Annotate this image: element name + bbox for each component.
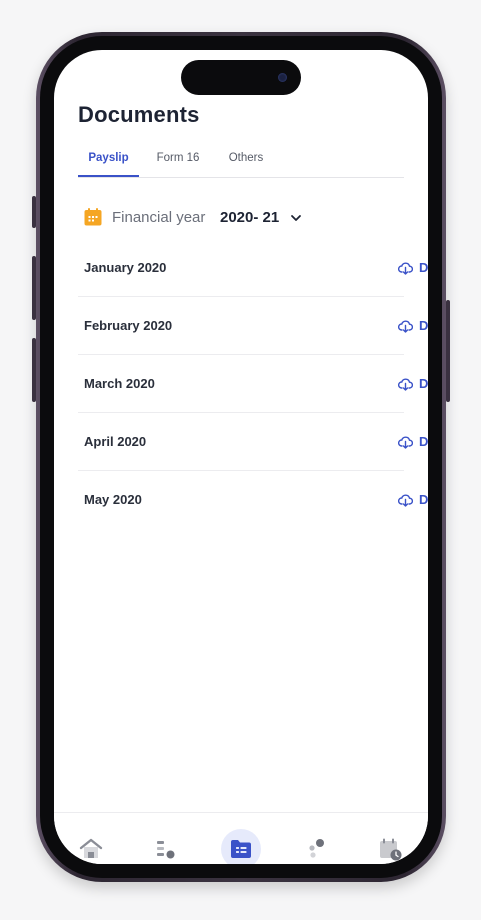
cloud-download-icon bbox=[398, 436, 413, 449]
list-icon[interactable] bbox=[154, 837, 178, 861]
financial-year-label: Financial year bbox=[112, 209, 206, 226]
payslip-month: January 2020 bbox=[84, 260, 167, 275]
download-label: Download bbox=[419, 318, 428, 333]
page-title: Documents bbox=[78, 102, 200, 127]
tab-payslip-label: Payslip bbox=[88, 152, 129, 164]
tab-others[interactable]: Others bbox=[218, 146, 274, 177]
cloud-download-icon bbox=[398, 378, 413, 391]
list-item: April 2020 Download bbox=[78, 413, 428, 471]
camera-icon bbox=[278, 73, 287, 82]
power-button bbox=[446, 300, 450, 402]
payslip-list: January 2020 Download February 2020 Down… bbox=[78, 239, 428, 528]
tab-form-16-label: Form 16 bbox=[156, 152, 200, 164]
documents-folder-icon[interactable] bbox=[229, 837, 253, 861]
cloud-download-icon bbox=[398, 494, 413, 507]
cloud-download-icon bbox=[398, 262, 413, 275]
volume-up-button bbox=[32, 256, 36, 320]
list-item: January 2020 Download bbox=[78, 239, 428, 297]
calendar-clock-icon[interactable] bbox=[378, 837, 402, 861]
download-label: Download bbox=[419, 376, 428, 391]
tab-payslip[interactable]: Payslip bbox=[78, 146, 139, 177]
chevron-down-icon bbox=[291, 215, 301, 221]
payslip-month: April 2020 bbox=[84, 434, 147, 449]
cloud-download-icon bbox=[398, 320, 413, 333]
financial-year-selector[interactable]: Financial year 2020- 21 bbox=[82, 206, 382, 230]
download-label: Download bbox=[419, 492, 428, 507]
payslip-month: February 2020 bbox=[84, 318, 173, 333]
list-item: March 2020 Download bbox=[78, 355, 428, 413]
screen: Documents Payslip Form 16 Others Financi… bbox=[54, 50, 428, 864]
tab-bar: Payslip Form 16 Others bbox=[78, 146, 404, 178]
calendar-icon bbox=[84, 208, 102, 226]
payslip-month: May 2020 bbox=[84, 492, 142, 507]
tab-form-16[interactable]: Form 16 bbox=[147, 146, 209, 177]
tab-others-label: Others bbox=[228, 152, 264, 164]
download-label: Download bbox=[419, 260, 428, 275]
download-label: Download bbox=[419, 434, 428, 449]
list-item: February 2020 Download bbox=[78, 297, 428, 355]
financial-year-value: 2020- 21 bbox=[220, 209, 280, 226]
action-button bbox=[32, 196, 36, 228]
dots-icon[interactable] bbox=[304, 837, 328, 861]
dynamic-island bbox=[181, 60, 301, 95]
payslip-month: March 2020 bbox=[84, 376, 155, 391]
list-item: May 2020 Download bbox=[78, 471, 428, 528]
bottom-nav bbox=[54, 812, 428, 864]
home-icon[interactable] bbox=[79, 837, 103, 861]
volume-down-button bbox=[32, 338, 36, 402]
